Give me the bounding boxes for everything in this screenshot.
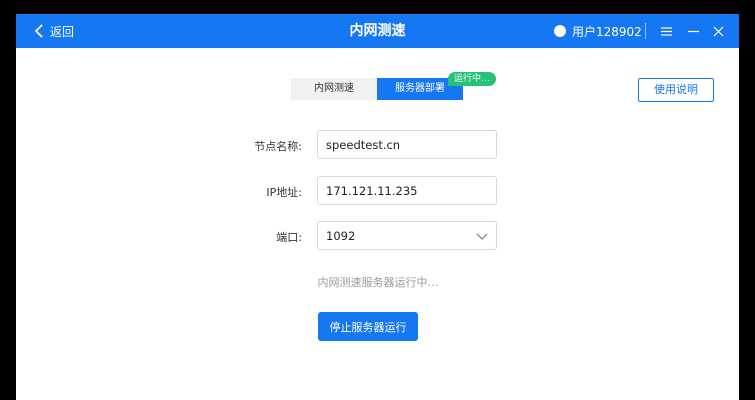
stop-server-button[interactable]: 停止服务器运行 [318,312,418,341]
app-window: 返回 内网测速 用户128902 内网测速 服务器部署 运行中… 使用说明 节点… [16,14,739,400]
node-name-input[interactable] [326,137,488,152]
ip-address-input[interactable] [326,183,488,198]
back-button[interactable]: 返回 [34,14,74,48]
chevron-down-icon [476,233,488,240]
ip-address-field[interactable] [317,176,497,205]
port-value: 1092 [326,228,356,243]
minimize-button[interactable] [683,14,703,48]
close-icon [713,26,723,36]
avatar [554,25,566,37]
back-label: 返回 [50,24,75,39]
close-button[interactable] [708,14,728,48]
chevron-left-icon [34,24,43,38]
minimize-icon [687,30,699,32]
status-text: 内网测速服务器运行中… [317,276,439,289]
menu-icon [660,26,672,36]
tab-lan-speedtest[interactable]: 内网测速 [291,78,377,100]
ip-address-label: IP地址: [266,186,302,199]
node-name-field[interactable] [317,130,497,159]
running-badge: 运行中… [448,72,497,86]
user-account[interactable]: 用户128902 [554,14,642,48]
title-bar: 返回 内网测速 用户128902 [16,14,739,48]
help-button[interactable]: 使用说明 [638,78,714,102]
mode-tabs: 内网测速 服务器部署 [291,78,463,100]
port-select[interactable]: 1092 [317,221,497,250]
user-name: 用户128902 [572,24,642,39]
port-label: 端口: [276,231,302,244]
menu-button[interactable] [656,14,676,48]
title-separator [645,23,646,39]
node-name-label: 节点名称: [254,140,302,153]
